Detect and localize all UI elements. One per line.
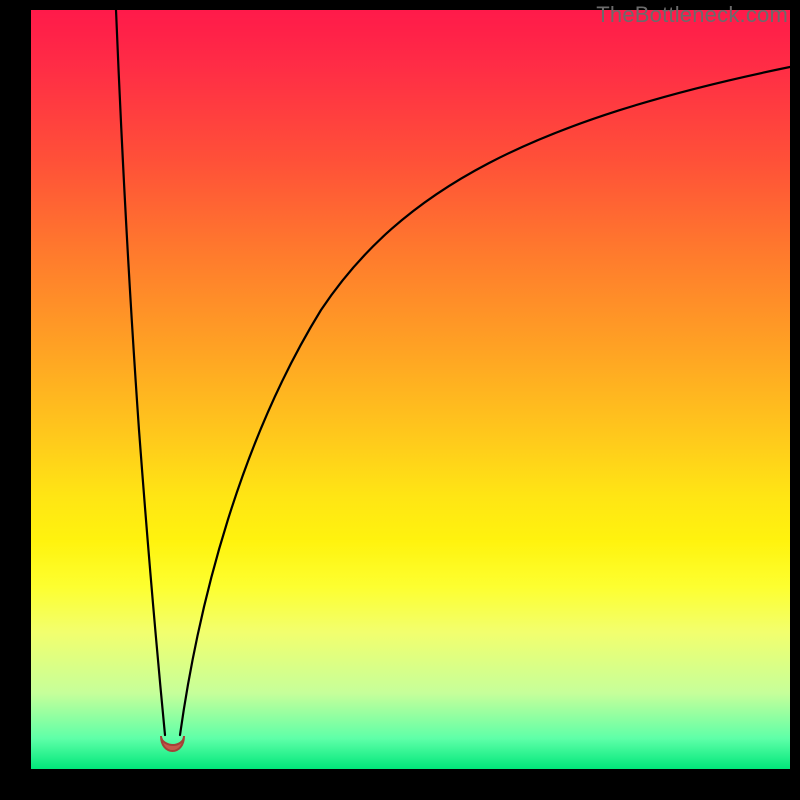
- plot-area: [31, 10, 790, 769]
- plot-svg: [31, 10, 790, 769]
- curve-right-branch: [180, 67, 790, 735]
- bump-marker: [161, 736, 184, 751]
- watermark-text: TheBottleneck.com: [596, 2, 788, 28]
- chart-frame: TheBottleneck.com: [0, 0, 800, 800]
- curve-left-branch: [116, 10, 165, 735]
